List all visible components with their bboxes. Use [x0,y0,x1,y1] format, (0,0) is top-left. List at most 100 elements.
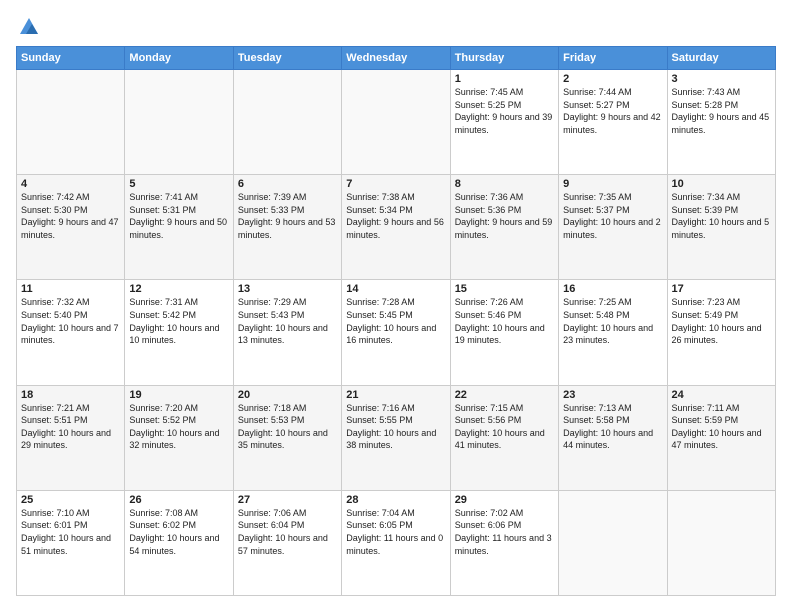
day-info: Sunrise: 7:02 AMSunset: 6:06 PMDaylight:… [455,507,554,557]
calendar-cell: 22Sunrise: 7:15 AMSunset: 5:56 PMDayligh… [450,385,558,490]
weekday-header-sunday: Sunday [17,47,125,70]
weekday-header-saturday: Saturday [667,47,775,70]
day-info: Sunrise: 7:10 AMSunset: 6:01 PMDaylight:… [21,507,120,557]
calendar-cell: 8Sunrise: 7:36 AMSunset: 5:36 PMDaylight… [450,175,558,280]
weekday-header-thursday: Thursday [450,47,558,70]
weekday-header-monday: Monday [125,47,233,70]
day-info: Sunrise: 7:11 AMSunset: 5:59 PMDaylight:… [672,402,771,452]
calendar-cell: 10Sunrise: 7:34 AMSunset: 5:39 PMDayligh… [667,175,775,280]
calendar-cell: 23Sunrise: 7:13 AMSunset: 5:58 PMDayligh… [559,385,667,490]
calendar-cell [233,70,341,175]
week-row-1: 4Sunrise: 7:42 AMSunset: 5:30 PMDaylight… [17,175,776,280]
day-info: Sunrise: 7:21 AMSunset: 5:51 PMDaylight:… [21,402,120,452]
day-number: 11 [21,283,120,295]
day-number: 19 [129,389,228,401]
day-number: 26 [129,494,228,506]
calendar-cell: 29Sunrise: 7:02 AMSunset: 6:06 PMDayligh… [450,490,558,595]
calendar-cell: 1Sunrise: 7:45 AMSunset: 5:25 PMDaylight… [450,70,558,175]
day-info: Sunrise: 7:25 AMSunset: 5:48 PMDaylight:… [563,296,662,346]
day-number: 1 [455,73,554,85]
calendar-cell: 3Sunrise: 7:43 AMSunset: 5:28 PMDaylight… [667,70,775,175]
day-info: Sunrise: 7:42 AMSunset: 5:30 PMDaylight:… [21,191,120,241]
day-number: 27 [238,494,337,506]
day-number: 17 [672,283,771,295]
day-number: 2 [563,73,662,85]
day-info: Sunrise: 7:45 AMSunset: 5:25 PMDaylight:… [455,86,554,136]
day-info: Sunrise: 7:26 AMSunset: 5:46 PMDaylight:… [455,296,554,346]
day-number: 4 [21,178,120,190]
logo [16,16,40,36]
calendar-cell: 19Sunrise: 7:20 AMSunset: 5:52 PMDayligh… [125,385,233,490]
day-number: 5 [129,178,228,190]
day-info: Sunrise: 7:36 AMSunset: 5:36 PMDaylight:… [455,191,554,241]
calendar-cell: 2Sunrise: 7:44 AMSunset: 5:27 PMDaylight… [559,70,667,175]
day-info: Sunrise: 7:31 AMSunset: 5:42 PMDaylight:… [129,296,228,346]
calendar-cell: 16Sunrise: 7:25 AMSunset: 5:48 PMDayligh… [559,280,667,385]
calendar-cell: 27Sunrise: 7:06 AMSunset: 6:04 PMDayligh… [233,490,341,595]
calendar-table: SundayMondayTuesdayWednesdayThursdayFrid… [16,46,776,596]
day-info: Sunrise: 7:08 AMSunset: 6:02 PMDaylight:… [129,507,228,557]
calendar-cell: 26Sunrise: 7:08 AMSunset: 6:02 PMDayligh… [125,490,233,595]
day-number: 3 [672,73,771,85]
calendar-cell: 4Sunrise: 7:42 AMSunset: 5:30 PMDaylight… [17,175,125,280]
calendar-cell: 6Sunrise: 7:39 AMSunset: 5:33 PMDaylight… [233,175,341,280]
calendar-cell: 12Sunrise: 7:31 AMSunset: 5:42 PMDayligh… [125,280,233,385]
day-number: 16 [563,283,662,295]
calendar-cell: 5Sunrise: 7:41 AMSunset: 5:31 PMDaylight… [125,175,233,280]
day-info: Sunrise: 7:16 AMSunset: 5:55 PMDaylight:… [346,402,445,452]
calendar-cell: 11Sunrise: 7:32 AMSunset: 5:40 PMDayligh… [17,280,125,385]
day-number: 23 [563,389,662,401]
day-info: Sunrise: 7:06 AMSunset: 6:04 PMDaylight:… [238,507,337,557]
day-info: Sunrise: 7:13 AMSunset: 5:58 PMDaylight:… [563,402,662,452]
day-number: 21 [346,389,445,401]
logo-text [16,16,40,38]
day-info: Sunrise: 7:32 AMSunset: 5:40 PMDaylight:… [21,296,120,346]
day-number: 14 [346,283,445,295]
day-info: Sunrise: 7:39 AMSunset: 5:33 PMDaylight:… [238,191,337,241]
calendar-cell: 17Sunrise: 7:23 AMSunset: 5:49 PMDayligh… [667,280,775,385]
week-row-0: 1Sunrise: 7:45 AMSunset: 5:25 PMDaylight… [17,70,776,175]
page: SundayMondayTuesdayWednesdayThursdayFrid… [0,0,792,612]
day-info: Sunrise: 7:23 AMSunset: 5:49 PMDaylight:… [672,296,771,346]
day-number: 29 [455,494,554,506]
calendar-cell [342,70,450,175]
calendar-cell: 25Sunrise: 7:10 AMSunset: 6:01 PMDayligh… [17,490,125,595]
day-number: 25 [21,494,120,506]
calendar-cell: 18Sunrise: 7:21 AMSunset: 5:51 PMDayligh… [17,385,125,490]
week-row-4: 25Sunrise: 7:10 AMSunset: 6:01 PMDayligh… [17,490,776,595]
day-info: Sunrise: 7:43 AMSunset: 5:28 PMDaylight:… [672,86,771,136]
day-info: Sunrise: 7:18 AMSunset: 5:53 PMDaylight:… [238,402,337,452]
calendar-cell: 24Sunrise: 7:11 AMSunset: 5:59 PMDayligh… [667,385,775,490]
day-number: 28 [346,494,445,506]
day-number: 20 [238,389,337,401]
day-number: 13 [238,283,337,295]
weekday-header-tuesday: Tuesday [233,47,341,70]
calendar-cell [125,70,233,175]
day-info: Sunrise: 7:38 AMSunset: 5:34 PMDaylight:… [346,191,445,241]
day-info: Sunrise: 7:34 AMSunset: 5:39 PMDaylight:… [672,191,771,241]
day-number: 8 [455,178,554,190]
day-info: Sunrise: 7:28 AMSunset: 5:45 PMDaylight:… [346,296,445,346]
day-number: 12 [129,283,228,295]
weekday-header-wednesday: Wednesday [342,47,450,70]
day-number: 22 [455,389,554,401]
calendar-cell: 9Sunrise: 7:35 AMSunset: 5:37 PMDaylight… [559,175,667,280]
calendar-cell [17,70,125,175]
day-info: Sunrise: 7:04 AMSunset: 6:05 PMDaylight:… [346,507,445,557]
day-number: 6 [238,178,337,190]
calendar-cell [667,490,775,595]
day-info: Sunrise: 7:35 AMSunset: 5:37 PMDaylight:… [563,191,662,241]
calendar-cell: 28Sunrise: 7:04 AMSunset: 6:05 PMDayligh… [342,490,450,595]
day-number: 15 [455,283,554,295]
weekday-header-friday: Friday [559,47,667,70]
logo-icon [18,16,40,38]
day-number: 9 [563,178,662,190]
calendar-cell: 14Sunrise: 7:28 AMSunset: 5:45 PMDayligh… [342,280,450,385]
calendar-cell [559,490,667,595]
day-info: Sunrise: 7:15 AMSunset: 5:56 PMDaylight:… [455,402,554,452]
day-number: 18 [21,389,120,401]
week-row-3: 18Sunrise: 7:21 AMSunset: 5:51 PMDayligh… [17,385,776,490]
calendar-cell: 15Sunrise: 7:26 AMSunset: 5:46 PMDayligh… [450,280,558,385]
day-info: Sunrise: 7:20 AMSunset: 5:52 PMDaylight:… [129,402,228,452]
day-number: 10 [672,178,771,190]
